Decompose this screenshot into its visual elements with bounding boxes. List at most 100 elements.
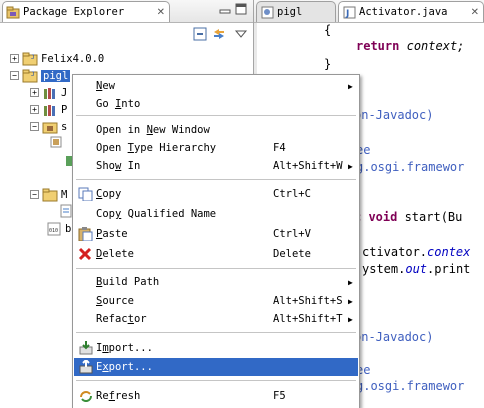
menu-item-label: Open in New Window [96,124,210,136]
code-line: c void start(Bu [354,210,463,224]
menu-item-delete[interactable]: Delete Delete [74,245,358,263]
tree-item-label: P [61,103,68,116]
menu-item-new[interactable]: New ▶ [74,77,358,95]
menu-shortcut: Ctrl+C [273,188,311,200]
link-with-editor-icon[interactable] [212,27,226,41]
editor-tabbar: pigl J Activator.java ✕ [254,0,484,23]
refresh-icon [80,391,92,402]
tree-item-pigl[interactable]: − J pigl [10,67,71,84]
menu-item-paste[interactable]: Paste Ctrl+V [74,225,358,243]
menu-item-label: Go Into [96,98,141,110]
expand-icon[interactable]: + [30,105,39,114]
manifest-icon [60,204,72,218]
submenu-arrow-icon: ▶ [348,277,353,287]
editor-tab-pigl[interactable]: pigl [256,1,336,22]
menu-shortcut: Delete [273,248,311,260]
menu-item-label: Source [96,295,134,307]
package-explorer-title: Package Explorer [23,6,125,18]
editor-tab-label: pigl [277,6,303,18]
menu-item-show-in[interactable]: Show In Alt+Shift+W ▶ [74,157,358,175]
maximize-icon[interactable] [235,3,247,15]
copy-icon [78,187,93,201]
minimize-icon[interactable] [219,3,231,15]
java-file-icon: J [343,6,356,19]
menu-item-copy[interactable]: Copy Ctrl+C [74,185,358,203]
editor-tab-label: Activator.java [359,6,448,18]
java-project-folder-icon: J [22,52,38,65]
collapse-all-icon[interactable] [193,27,207,41]
collapse-icon[interactable]: − [30,122,39,131]
tree-item-label: J [61,86,68,99]
collapse-icon[interactable]: − [30,190,39,199]
library-icon [44,87,55,99]
tree-item-label: Felix4.0.0 [41,52,105,65]
folder-icon [42,188,58,201]
menu-item-label: New [96,80,115,92]
collapse-icon[interactable]: − [10,71,19,80]
tree-item-plugin-deps[interactable]: + P [30,101,67,118]
code-line: return context; [356,39,465,53]
tree-item-label: M [61,188,68,201]
tree-item-felix[interactable]: + J Felix4.0.0 [10,50,104,67]
menu-shortcut: Alt+Shift+T [273,313,343,325]
tree-item-build-properties[interactable]: 010 b [46,220,71,237]
menu-item-label: Refresh [96,390,141,402]
delete-icon [78,247,92,261]
tree-item-label: b [65,222,72,235]
menu-item-label: Export... [96,361,153,373]
close-icon[interactable]: ✕ [157,7,165,18]
svg-text:J: J [345,9,349,19]
java-project-folder-icon: J [22,69,38,82]
editor-tab-activator[interactable]: J Activator.java ✕ [338,1,484,22]
menu-item-label: Show In [96,160,141,172]
binary-file-icon: 010 [47,222,61,235]
library-icon [44,104,55,116]
menu-item-open-type-hierarchy[interactable]: Open Type Hierarchy F4 [74,139,358,157]
menu-separator [76,332,356,333]
menu-item-copy-qualified-name[interactable]: Copy Qualified Name [74,205,358,223]
menu-shortcut: F4 [273,142,286,154]
tree-item-src[interactable]: − s [30,118,67,135]
submenu-arrow-icon: ▶ [348,161,353,171]
code-comment-line: g.osgi.framewor [356,160,465,174]
code-comment-line: on-Javadoc) [354,330,434,344]
code-line: ystem.out.print [362,262,471,276]
menu-separator [76,380,356,381]
view-menu-icon[interactable] [234,27,248,41]
svg-text:J: J [31,54,35,61]
code-line: { [324,23,332,37]
package-explorer-toolbar [0,23,253,45]
code-comment-line: on-Javadoc) [354,108,434,122]
context-menu: New ▶ Go Into Open in New Window Open Ty… [72,74,360,408]
menu-item-label: Paste [96,228,128,240]
paste-icon [78,227,93,241]
menu-item-label: Build Path [96,276,160,288]
submenu-arrow-icon: ▶ [348,296,353,306]
expand-icon[interactable]: + [10,54,19,63]
close-icon[interactable]: ✕ [471,7,479,18]
tree-item-label: s [61,120,68,133]
menu-item-source[interactable]: Source Alt+Shift+S ▶ [74,292,358,310]
menu-item-refresh[interactable]: Refresh F5 [74,387,358,405]
svg-text:J: J [31,71,35,78]
tree-item-jre[interactable]: + J [30,84,67,101]
menu-item-go-into[interactable]: Go Into [74,95,358,113]
menu-separator [76,268,356,269]
menu-item-label: Import... [96,342,153,354]
menu-item-export[interactable]: Export... [74,358,358,376]
menu-separator [76,115,356,116]
code-line: ctivator.contex [362,245,471,259]
code-comment-line: g.osgi.framewor [356,379,465,393]
menu-item-import[interactable]: Import... [74,339,358,357]
menu-shortcut: Alt+Shift+W [273,160,343,172]
code-line: } [324,57,332,71]
menu-item-build-path[interactable]: Build Path ▶ [74,273,358,291]
expand-icon[interactable]: + [30,88,39,97]
menu-separator [76,179,356,180]
menu-item-open-new-window[interactable]: Open in New Window [74,121,358,139]
menu-item-refactor[interactable]: Refactor Alt+Shift+T ▶ [74,310,358,328]
plugin-manifest-icon [261,6,274,18]
tree-item-label-selected: pigl [41,69,71,82]
package-explorer-tab[interactable]: Package Explorer ✕ [2,1,170,22]
tree-item-meta-inf[interactable]: − M [30,186,67,203]
